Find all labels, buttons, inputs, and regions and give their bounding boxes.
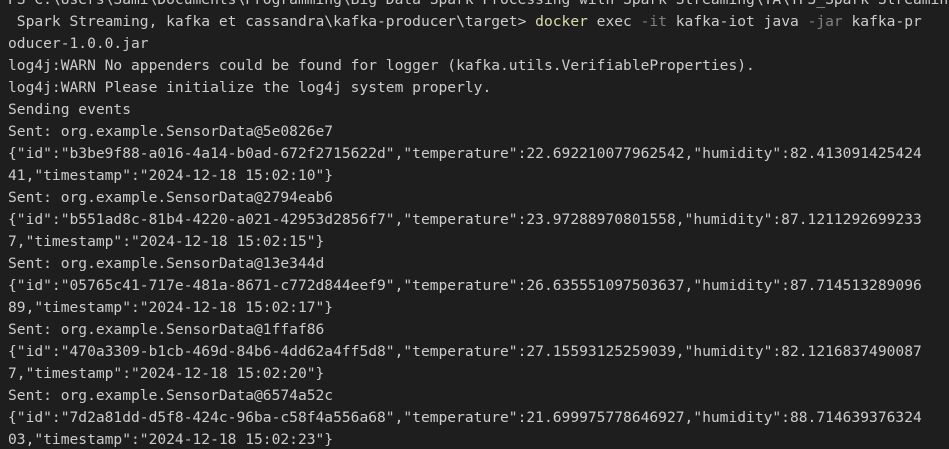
- terminal-line-sent: Sent: org.example.SensorData@5e0826e7: [8, 123, 334, 140]
- terminal-line-json: {"id":"7d2a81dd-d5f8-424c-96ba-c58f4a556…: [8, 409, 922, 426]
- terminal-line: oducer-1.0.0.jar: [8, 35, 149, 52]
- terminal-line-warn: log4j:WARN No appenders could be found f…: [8, 57, 755, 74]
- terminal-line-json: {"id":"470a3309-b1cb-469d-84b6-4dd62a4ff…: [8, 343, 922, 360]
- command-jar-name: kafka-pr: [842, 13, 922, 30]
- terminal-line-sent: Sent: org.example.SensorData@2794eab6: [8, 189, 334, 206]
- terminal-line-json: 03,"timestamp":"2024-12-18 15:02:23"}: [8, 431, 334, 448]
- terminal-line-sent: Sent: org.example.SensorData@1ffaf86: [8, 321, 325, 338]
- terminal-line-json: 7,"timestamp":"2024-12-18 15:02:20"}: [8, 365, 325, 382]
- command-exec: exec: [587, 13, 641, 30]
- command-flag-jar: -jar: [807, 13, 843, 30]
- command-flag-it: -it: [640, 13, 667, 30]
- command-docker: docker: [535, 13, 588, 30]
- terminal-line: Sending events: [8, 101, 132, 118]
- terminal-line-sent: Sent: org.example.SensorData@6574a52c: [8, 387, 334, 404]
- command-container: kafka-iot java: [666, 13, 808, 30]
- terminal-line-warn: log4j:WARN Please initialize the log4j s…: [8, 79, 492, 96]
- prompt-path: Spark Streaming, kafka et cassandra\kafk…: [8, 13, 536, 30]
- terminal-line-command: Spark Streaming, kafka et cassandra\kafk…: [8, 11, 949, 33]
- terminal-line-sent: Sent: org.example.SensorData@13e344d: [8, 255, 325, 272]
- terminal-line-json: 41,"timestamp":"2024-12-18 15:02:10"}: [8, 167, 334, 184]
- terminal-line-json: {"id":"05765c41-717e-481a-8671-c772d844e…: [8, 277, 922, 294]
- terminal-line-json: 7,"timestamp":"2024-12-18 15:02:15"}: [8, 233, 325, 250]
- terminal-line-json: {"id":"b3be9f88-a016-4a14-b0ad-672f27156…: [8, 145, 922, 162]
- terminal-line-json: {"id":"b551ad8c-81b4-4220-a021-42953d285…: [8, 211, 922, 228]
- terminal-line-prompt-cutoff: PS C:\Users\Sami\Documents\Programming\B…: [8, 0, 949, 11]
- terminal-line-json: 89,"timestamp":"2024-12-18 15:02:17"}: [8, 299, 334, 316]
- terminal-window[interactable]: PS C:\Users\Sami\Documents\Programming\B…: [0, 0, 949, 449]
- terminal-output: PS C:\Users\Sami\Documents\Programming\B…: [8, 0, 949, 449]
